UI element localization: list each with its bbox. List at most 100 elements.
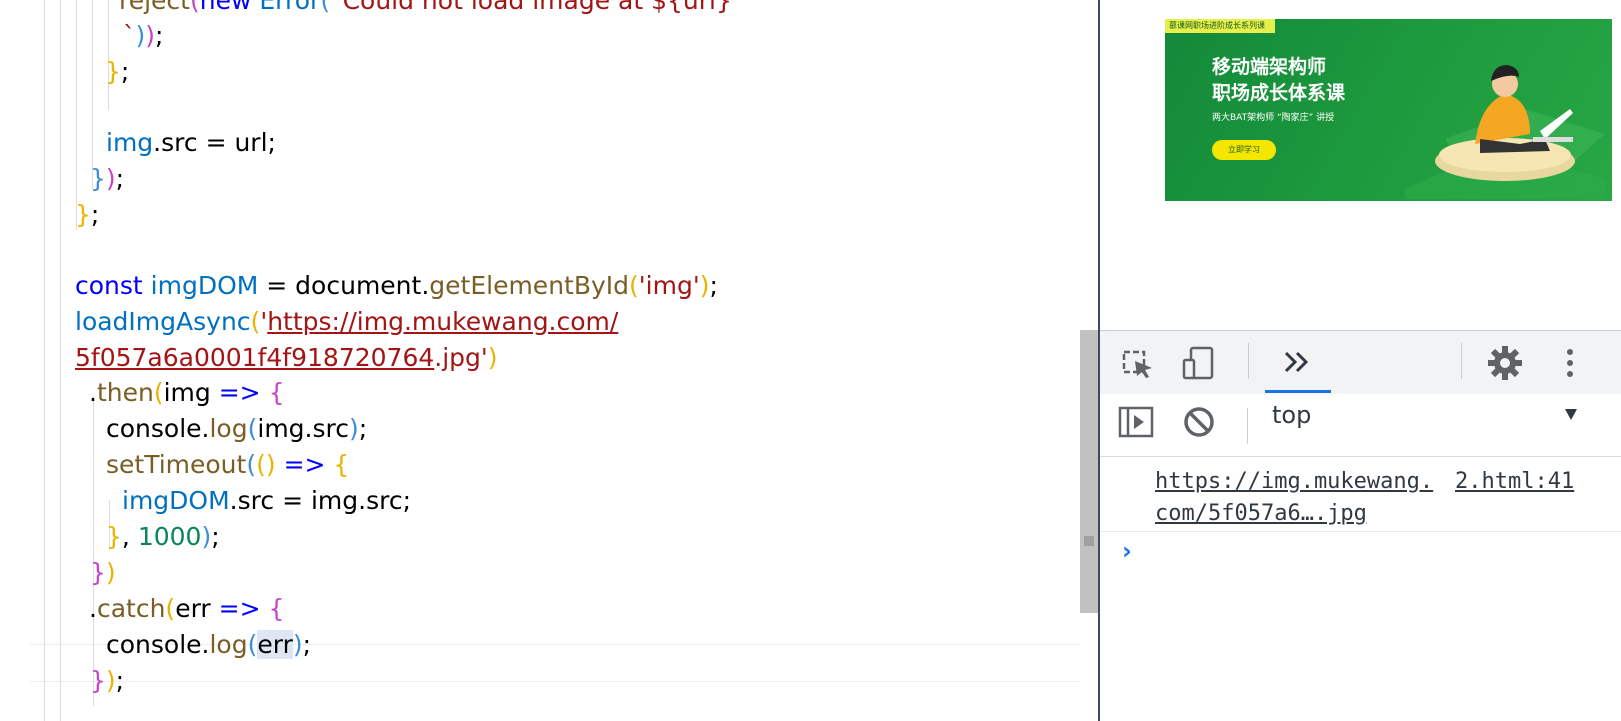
code-token: ): [145, 21, 156, 50]
code-token: https://img.mukewang.com/: [267, 307, 619, 336]
log-message-link[interactable]: https://img.mukewang.com/5f057a6….jpg: [1155, 466, 1440, 530]
context-selector[interactable]: top: [1272, 400, 1311, 430]
code-line: };: [75, 196, 99, 233]
code-token: ): [135, 21, 146, 50]
code-token: (: [189, 0, 200, 15]
code-token: img: [106, 128, 154, 157]
code-line: };: [105, 53, 129, 90]
code-token: reject: [119, 0, 190, 15]
code-token: img.src: [257, 414, 349, 443]
code-token: }: [105, 57, 121, 86]
code-token: ;: [155, 21, 164, 50]
code-token: .src = url;: [153, 128, 276, 157]
code-line: console.log(img.src);: [106, 410, 367, 447]
code-token: (: [247, 630, 258, 659]
more-options-kebab-icon[interactable]: [1550, 343, 1590, 383]
indent-guide: [60, 0, 61, 721]
code-token: =>: [210, 378, 269, 407]
code-token: ;: [709, 271, 718, 300]
code-token: imgDOM: [122, 486, 230, 515]
toolbar-separator: [1247, 408, 1248, 444]
banner-title-line2: 职场成长体系课: [1212, 82, 1346, 104]
console-toolbar: [1100, 394, 1621, 457]
settings-gear-icon[interactable]: [1485, 343, 1525, 383]
code-token: (: [153, 378, 164, 407]
code-token: (): [256, 450, 276, 479]
code-line: img.src = url;: [106, 124, 276, 161]
show-sidebar-icon[interactable]: [1116, 402, 1156, 442]
code-token: ): [105, 164, 116, 193]
person-laptop-illustration: [1405, 65, 1605, 199]
code-editor[interactable]: reject(new Error(`Could not load image a…: [0, 0, 1098, 721]
code-token: 1000: [137, 522, 202, 551]
code-token: catch: [96, 594, 166, 623]
code-token: then: [96, 378, 154, 407]
clear-console-icon[interactable]: [1179, 402, 1219, 442]
code-token: ;: [120, 57, 130, 86]
code-token: ): [201, 522, 212, 551]
code-token: loadImgAsync: [75, 307, 251, 336]
code-token: (: [165, 594, 176, 623]
code-token: console.: [106, 414, 210, 443]
banner-learn-button[interactable]: 立即学习: [1212, 140, 1276, 160]
code-token: ): [349, 414, 359, 443]
code-token: const: [75, 271, 151, 300]
code-token: log: [209, 414, 248, 443]
code-token: }: [90, 558, 106, 587]
code-token: }: [75, 200, 91, 229]
code-token: .jpg': [434, 343, 488, 372]
code-token: `Could not load image at ${url}: [330, 0, 732, 15]
code-line: .then(img => {: [89, 374, 284, 411]
code-line: const imgDOM = document.getElementById('…: [75, 267, 718, 304]
log-source-link[interactable]: 2.html:41: [1455, 466, 1574, 498]
code-token: new: [199, 0, 260, 15]
code-token: 5f057a6a0001f4f918720764: [75, 343, 435, 372]
code-token: ): [105, 666, 116, 695]
code-token: =>: [210, 594, 269, 623]
code-line: reject(new Error(`Could not load image a…: [119, 0, 732, 19]
banner-title: 移动端架构师 职场成长体系课: [1212, 54, 1345, 106]
code-token: {: [268, 378, 285, 407]
code-token: img: [163, 378, 211, 407]
code-token: console.: [106, 630, 210, 659]
code-token: ;: [90, 200, 100, 229]
code-token: ;: [115, 666, 125, 695]
code-token: .: [89, 594, 97, 623]
console-prompt-icon[interactable]: ›: [1122, 537, 1132, 565]
code-line: console.log(err);: [106, 626, 311, 663]
code-token: (: [247, 414, 258, 443]
code-token: ;: [302, 630, 312, 659]
banner-title-line1: 移动端架构师: [1212, 56, 1327, 78]
code-line: 5f057a6a0001f4f918720764.jpg'): [75, 339, 498, 376]
code-token: }: [90, 164, 106, 193]
code-token: err: [257, 630, 293, 659]
code-line: imgDOM.src = img.src;: [122, 482, 411, 519]
code-token: ;: [115, 164, 125, 193]
code-token: ): [105, 558, 116, 587]
course-banner-image[interactable]: 慕课网职场进阶成长系列课 移动端架构师 职场成长体系课 两大BAT架构师 “陶家…: [1165, 19, 1612, 201]
code-line: }): [90, 554, 116, 591]
code-token: ): [487, 343, 498, 372]
code-line: loadImgAsync('https://img.mukewang.com/: [75, 303, 618, 340]
code-token: {: [333, 450, 350, 479]
toolbar-separator: [1461, 343, 1462, 379]
code-token: }: [90, 666, 106, 695]
banner-subtitle: 两大BAT架构师 “陶家庄” 讲授: [1212, 113, 1335, 123]
screen: reject(new Error(`Could not load image a…: [0, 0, 1621, 721]
code-token: ): [292, 630, 303, 659]
code-token: ;: [358, 414, 368, 443]
code-token: setTimeout: [106, 450, 247, 479]
code-token: = document.: [258, 271, 430, 300]
device-toolbar-icon[interactable]: [1180, 343, 1220, 383]
chevron-down-icon[interactable]: [1565, 409, 1577, 420]
editor-scrollbar-thumb[interactable]: [1080, 330, 1098, 613]
more-tabs-chevron-icon[interactable]: [1278, 343, 1318, 383]
code-token: }: [106, 522, 122, 551]
code-line: }, 1000);: [106, 518, 220, 555]
code-line: });: [90, 662, 124, 699]
code-token: getElementById: [429, 271, 630, 300]
code-token: (: [246, 450, 257, 479]
inspect-element-icon[interactable]: [1118, 343, 1158, 383]
devtools-panel: top https://img.mukewang.com/5f057a6….jp…: [1100, 330, 1621, 721]
code-token: ;: [211, 522, 220, 551]
